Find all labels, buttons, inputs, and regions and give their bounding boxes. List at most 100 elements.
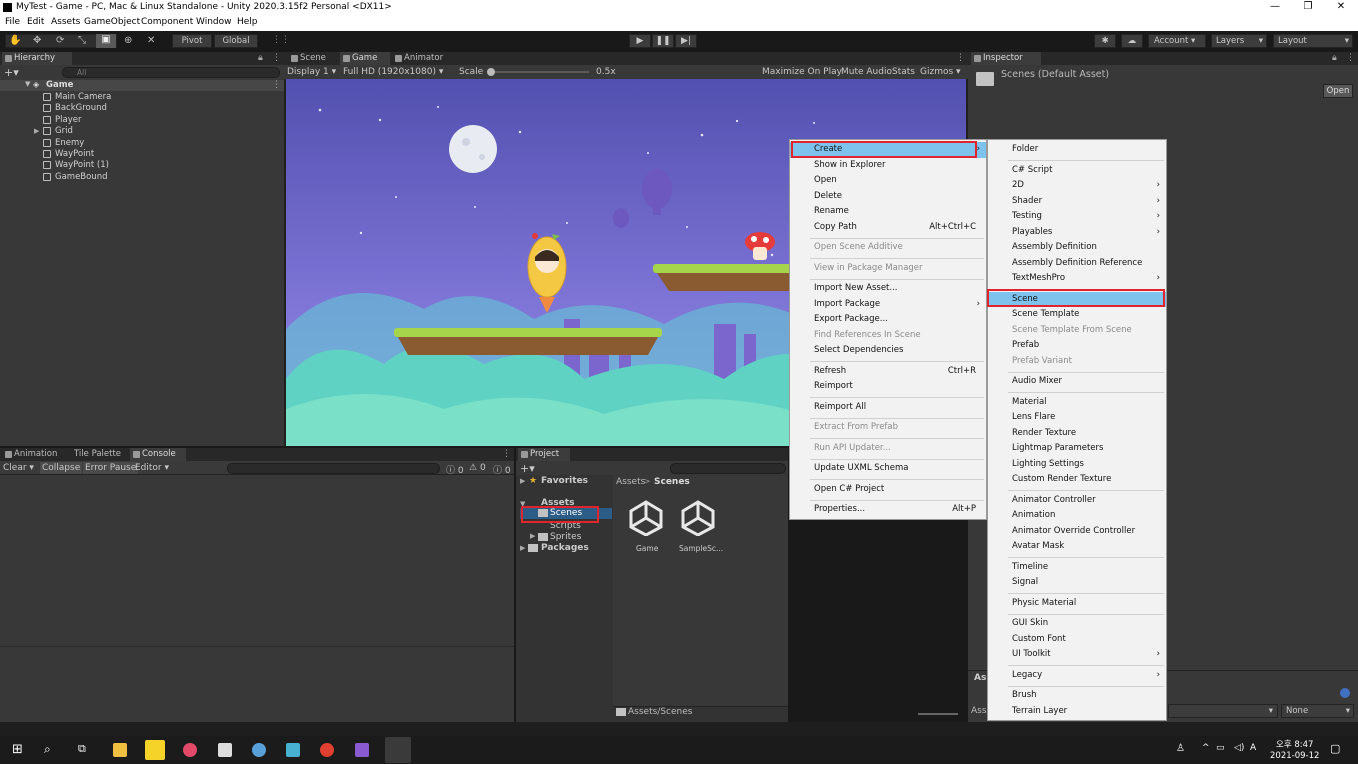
layers-dropdown[interactable]: Layers ▾	[1211, 34, 1267, 48]
menu-item-scene-template-from-scene[interactable]: Scene Template From Scene	[988, 323, 1166, 339]
scene-row[interactable]: ▼ ◈ Game ⋮	[0, 80, 284, 91]
custom-tool-icon[interactable]: ✕	[147, 35, 155, 46]
menu-item-2d[interactable]: 2D ›	[988, 178, 1166, 194]
tab-inspector[interactable]: Inspector	[971, 52, 1041, 65]
grid-expand-arrow-icon[interactable]: ▶	[34, 126, 39, 137]
file-explorer-icon[interactable]	[113, 743, 127, 757]
menu-item-refresh[interactable]: Refresh Ctrl+R	[790, 364, 986, 380]
maximize-button[interactable]: ❐	[1293, 1, 1323, 12]
menu-item-avatar-mask[interactable]: Avatar Mask	[988, 539, 1166, 555]
menu-item-import-package[interactable]: Import Package ›	[790, 297, 986, 313]
menu-item-scene-template[interactable]: Scene Template	[988, 307, 1166, 323]
tray-chevron-icon[interactable]: ^	[1202, 743, 1210, 753]
clock-date[interactable]: 2021-09-12	[1270, 751, 1319, 761]
menu-item-prefab-variant[interactable]: Prefab Variant	[988, 354, 1166, 370]
menu-item-assembly-definition-reference[interactable]: Assembly Definition Reference	[988, 256, 1166, 272]
tab-tile-palette[interactable]: Tile Palette	[62, 448, 126, 461]
collapse-toggle[interactable]: Collapse	[40, 462, 83, 474]
menu-item-show-in-explorer[interactable]: Show in Explorer	[790, 158, 986, 174]
scripts-arrow-icon[interactable]: ▶	[530, 532, 535, 540]
panel-menu-icon[interactable]: ⋮	[272, 53, 281, 63]
visual-studio-icon[interactable]	[355, 743, 369, 757]
menu-assets[interactable]: Assets	[51, 17, 80, 27]
menu-item-reimport-all[interactable]: Reimport All	[790, 400, 986, 416]
menu-item-folder[interactable]: Folder	[988, 142, 1166, 158]
pause-button[interactable]: ❚❚	[652, 34, 674, 48]
packages-folder[interactable]: Packages	[541, 543, 589, 553]
scene-menu-icon[interactable]: ⋮	[272, 80, 281, 90]
tab-hierarchy[interactable]: Hierarchy	[2, 52, 72, 65]
tab-project[interactable]: Project	[518, 448, 570, 461]
hierarchy-item[interactable]: WayPoint	[0, 149, 283, 160]
center-menu-icon[interactable]: ⋮	[956, 53, 965, 63]
tab-scene[interactable]: Scene	[288, 52, 338, 65]
menu-item-physic-material[interactable]: Physic Material	[988, 596, 1166, 612]
packages-arrow-icon[interactable]: ▶	[520, 544, 525, 552]
info-count[interactable]: ⓘ 0	[446, 463, 464, 476]
menu-item-open-c-project[interactable]: Open C# Project	[790, 482, 986, 498]
close-button[interactable]: ✕	[1326, 1, 1356, 12]
menu-item-c-script[interactable]: C# Script	[988, 163, 1166, 179]
menu-item-brush[interactable]: Brush	[988, 688, 1166, 704]
account-dropdown[interactable]: Account ▾	[1148, 34, 1206, 48]
favorites-arrow-icon[interactable]: ▶	[520, 477, 525, 485]
menu-item-legacy[interactable]: Legacy ›	[988, 668, 1166, 684]
menu-item-audio-mixer[interactable]: Audio Mixer	[988, 374, 1166, 390]
chrome-icon[interactable]	[320, 743, 334, 757]
menu-item-lighting-settings[interactable]: Lighting Settings	[988, 457, 1166, 473]
minimize-button[interactable]: —	[1260, 1, 1290, 12]
menu-item-custom-render-texture[interactable]: Custom Render Texture	[988, 472, 1166, 488]
scene-asset-samplescene[interactable]	[680, 500, 716, 537]
open-button[interactable]: Open	[1323, 84, 1353, 98]
resolution-dropdown[interactable]: Full HD (1920x1080) ▾	[343, 67, 443, 77]
mute-audio-toggle[interactable]: Mute Audio	[841, 67, 892, 77]
hierarchy-item[interactable]: Player	[0, 115, 283, 126]
menu-item-find-references-in-scene[interactable]: Find References In Scene	[790, 328, 986, 344]
unity-taskbar-icon[interactable]	[385, 737, 411, 763]
menu-item-open-scene-additive[interactable]: Open Scene Additive	[790, 240, 986, 256]
menu-item-material[interactable]: Material	[988, 395, 1166, 411]
kakaotalk-icon[interactable]	[145, 740, 165, 760]
menu-item-ui-toolkit[interactable]: UI Toolkit ›	[988, 647, 1166, 663]
menu-item-run-api-updater[interactable]: Run API Updater...	[790, 441, 986, 457]
maximize-on-play-toggle[interactable]: Maximize On Play	[762, 67, 842, 77]
volume-icon[interactable]: ◁)	[1234, 743, 1244, 753]
inspector-menu-icon[interactable]: ⋮	[1346, 53, 1355, 63]
menu-item-rename[interactable]: Rename	[790, 204, 986, 220]
menu-item-update-uxml-schema[interactable]: Update UXML Schema	[790, 461, 986, 477]
menu-item-prefab[interactable]: Prefab	[988, 338, 1166, 354]
tab-console[interactable]: Console	[130, 448, 186, 461]
video-app-icon[interactable]	[183, 743, 197, 757]
menu-item-export-package[interactable]: Export Package...	[790, 312, 986, 328]
scale-tool-icon[interactable]: ⤡	[78, 35, 86, 46]
scale-slider[interactable]	[489, 71, 589, 73]
menu-item-custom-font[interactable]: Custom Font	[988, 632, 1166, 648]
clock-time[interactable]: 오후 8:47	[1276, 738, 1313, 750]
menu-item-playables[interactable]: Playables ›	[988, 225, 1166, 241]
menu-item-shader[interactable]: Shader ›	[988, 194, 1166, 210]
network-icon[interactable]: ▭	[1216, 743, 1225, 753]
cloud-icon[interactable]: ☁	[1121, 34, 1143, 48]
scene-asset-game[interactable]	[628, 500, 664, 537]
transform-tool-icon[interactable]: ⊕	[124, 35, 132, 46]
hierarchy-item[interactable]: BackGround	[0, 103, 283, 114]
sprites-folder[interactable]: Sprites	[550, 532, 581, 542]
step-button[interactable]: ▶|	[675, 34, 697, 48]
menu-item-lightmap-parameters[interactable]: Lightmap Parameters	[988, 441, 1166, 457]
notifications-icon[interactable]: ▢	[1330, 742, 1340, 755]
asset-bundle-dropdown[interactable]: ▾	[1168, 704, 1278, 718]
menu-item-select-dependencies[interactable]: Select Dependencies	[790, 343, 986, 359]
menu-component[interactable]: Component	[141, 17, 193, 27]
people-icon[interactable]: ♙	[1176, 743, 1185, 754]
menu-item-delete[interactable]: Delete	[790, 189, 986, 205]
hierarchy-item[interactable]: ▶ Grid	[0, 126, 283, 137]
menu-item-timeline[interactable]: Timeline	[988, 560, 1166, 576]
grid-snap-icon[interactable]: ⋮⋮	[272, 35, 290, 45]
editor-dropdown[interactable]: Editor ▾	[135, 463, 169, 473]
hierarchy-item[interactable]: GameBound	[0, 172, 283, 183]
warning-count[interactable]: ⚠ 0	[469, 463, 486, 473]
menu-item-gui-skin[interactable]: GUI Skin	[988, 616, 1166, 632]
menu-item-testing[interactable]: Testing ›	[988, 209, 1166, 225]
display-dropdown[interactable]: Display 1 ▾	[287, 67, 336, 77]
inspector-lock-icon[interactable]: 🔒︎	[1332, 53, 1337, 63]
